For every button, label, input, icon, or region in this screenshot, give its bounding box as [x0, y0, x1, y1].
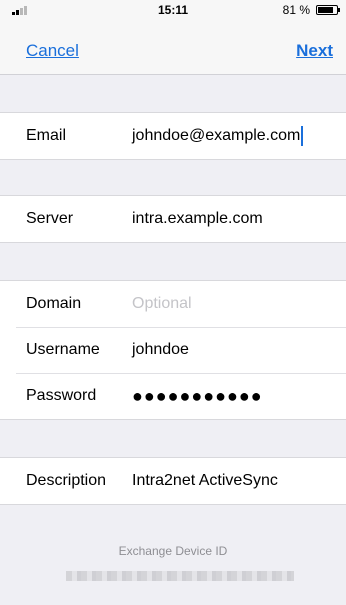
server-field[interactable]: intra.example.com: [132, 210, 263, 228]
device-id-label: Exchange Device ID: [118, 544, 228, 558]
description-group: Description Intra2net ActiveSync: [0, 457, 346, 505]
description-label: Description: [26, 472, 107, 489]
email-label: Email: [26, 127, 67, 144]
username-field[interactable]: johndoe: [132, 341, 189, 359]
server-label: Server: [26, 210, 74, 227]
battery-icon: [316, 5, 340, 15]
text-caret: [301, 126, 304, 146]
device-id-redacted: [66, 571, 294, 581]
server-group: Server intra.example.com: [0, 195, 346, 243]
description-field[interactable]: Intra2net ActiveSync: [132, 472, 278, 490]
domain-label: Domain: [26, 295, 82, 312]
password-row[interactable]: Password ●●●●●●●●●●●: [0, 373, 346, 419]
server-row[interactable]: Server intra.example.com: [0, 196, 346, 242]
status-bar: 15:11 81 %: [0, 0, 346, 20]
username-row[interactable]: Username johndoe: [0, 327, 346, 373]
nav-bar: Cancel Next: [0, 20, 346, 75]
password-label: Password: [26, 387, 97, 404]
credentials-group: Domain Optional Username johndoe Passwor…: [0, 280, 346, 420]
username-label: Username: [26, 341, 100, 358]
domain-row[interactable]: Domain Optional: [0, 281, 346, 327]
email-row[interactable]: Email johndoe@example.com: [0, 113, 346, 159]
description-row[interactable]: Description Intra2net ActiveSync: [0, 458, 346, 504]
battery-percent: 81 %: [282, 3, 310, 17]
next-button[interactable]: Next: [296, 41, 333, 61]
domain-field[interactable]: Optional: [132, 295, 192, 313]
password-field[interactable]: ●●●●●●●●●●●: [132, 386, 263, 407]
email-field[interactable]: johndoe@example.com: [132, 126, 304, 146]
cancel-button[interactable]: Cancel: [26, 41, 79, 61]
email-group: Email johndoe@example.com: [0, 112, 346, 160]
